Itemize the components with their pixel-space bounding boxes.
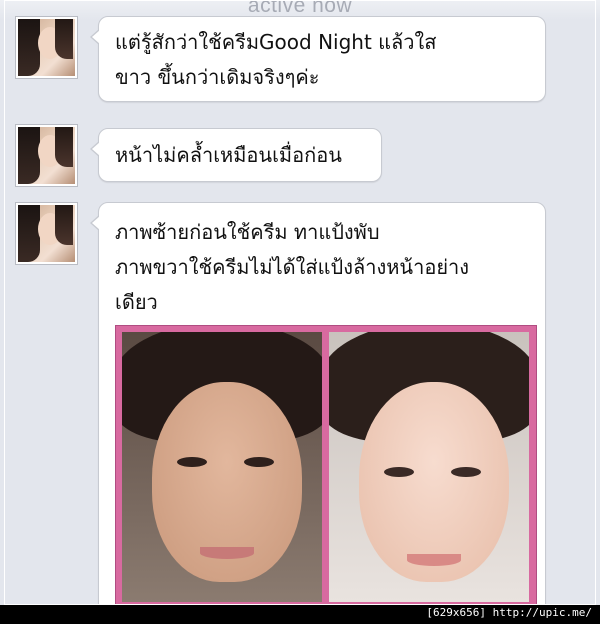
sender-avatar[interactable] — [15, 124, 78, 187]
message-bubble[interactable]: หน้าไม่คล้ำเหมือนเมื่อก่อน — [90, 128, 382, 182]
after-photo — [329, 332, 529, 602]
comparison-photo[interactable] — [115, 325, 537, 605]
before-photo — [122, 332, 322, 602]
sender-avatar[interactable] — [15, 16, 78, 79]
chat-window: active now แต่รู้สักว่าใช้ครีมGood Night… — [0, 0, 600, 605]
active-status: active now — [247, 0, 353, 17]
sender-avatar[interactable] — [15, 202, 78, 265]
message-text: หน้าไม่คล้ำเหมือนเมื่อก่อน — [115, 143, 342, 167]
message-text: แต่รู้สักว่าใช้ครีมGood Night แล้วใส ขาว… — [115, 30, 437, 89]
caption-text: [629x656] http://upic.me/ — [426, 606, 592, 619]
image-host-caption: [629x656] http://upic.me/ — [0, 605, 600, 624]
message-bubble[interactable]: ภาพซ้ายก่อนใช้ครีม ทาแป้งพับ ภาพขวาใช้คร… — [90, 202, 546, 605]
message-bubble[interactable]: แต่รู้สักว่าใช้ครีมGood Night แล้วใส ขาว… — [90, 16, 546, 102]
message-text: ภาพซ้ายก่อนใช้ครีม ทาแป้งพับ ภาพขวาใช้คร… — [115, 220, 470, 314]
